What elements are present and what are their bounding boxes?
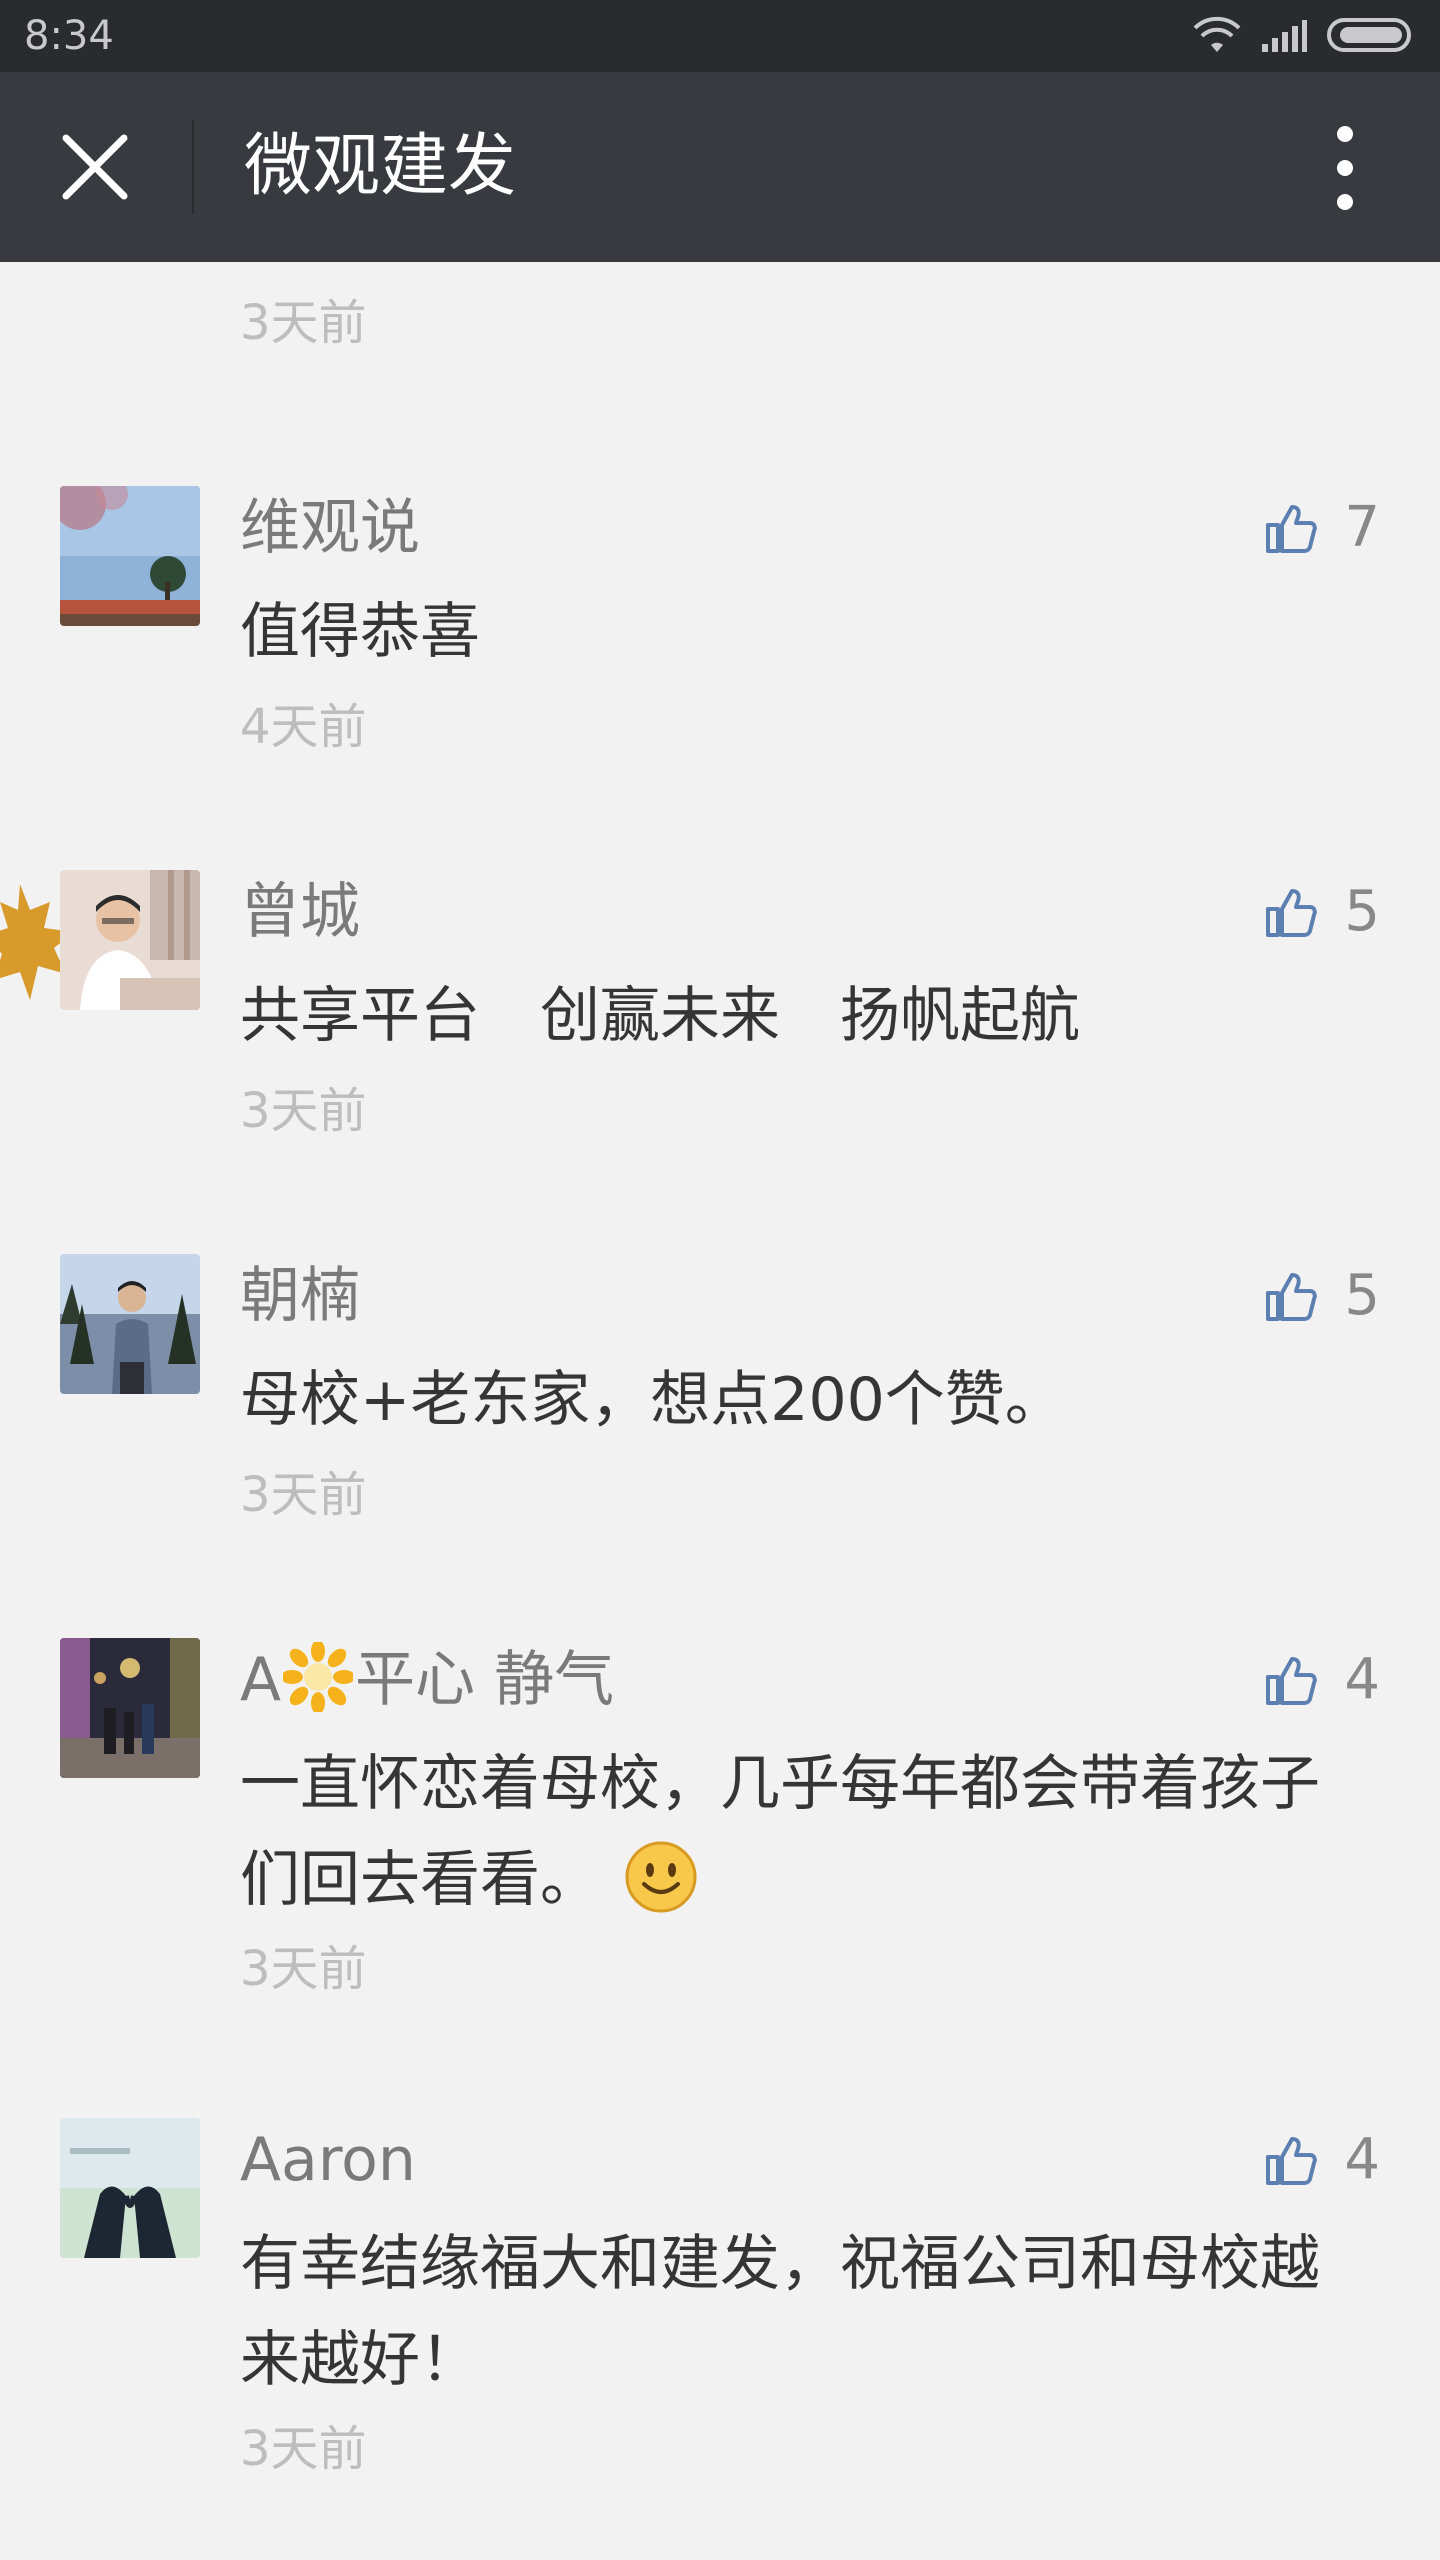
commenter-name[interactable]: Aaron [240,2122,416,2198]
commenter-name[interactable]: 曾城 [240,874,360,950]
comment-text: 有幸结缘福大和建发，祝福公司和母校越来越好！ [240,2229,1320,2395]
commenter-name[interactable]: A 平心 静气 [240,1642,614,1718]
thumbs-up-icon [1266,505,1318,553]
avatar[interactable] [60,870,200,1010]
comment-text: 母校+老东家，想点200个赞。 [240,1365,1065,1435]
commenter-name[interactable]: 维观说 [240,490,420,566]
close-button[interactable] [50,122,140,212]
status-icons [1192,12,1416,60]
sunflower-icon [283,1642,354,1712]
commenter-name-prefix: A [240,1645,282,1715]
page-title: 微观建发 [244,127,517,206]
like-count: 4 [1344,1647,1380,1712]
avatar[interactable] [60,1254,200,1394]
comment-text: 值得恭喜 [240,597,480,667]
comment-text: 共享平台 创赢未来 扬帆起航 [240,981,1080,1051]
comment-time: 4天前 [240,699,367,755]
smile-emoji-icon [625,1841,697,1913]
more-vertical-icon [1337,126,1353,210]
thumbs-up-icon [1266,889,1318,937]
like-button[interactable]: 5 [1264,876,1380,948]
signal-icon [1262,20,1307,52]
title-bar: 微观建发 [0,72,1440,262]
title-divider [192,120,194,214]
commenter-name-suffix: 平心 静气 [355,1645,615,1715]
status-bar: 8:34 [0,0,1440,72]
comment-time: 3天前 [240,295,367,351]
like-count: 4 [1344,2127,1380,2192]
like-button[interactable]: 5 [1264,1260,1380,1332]
like-button[interactable]: 7 [1264,492,1380,564]
like-button[interactable]: 4 [1264,2124,1380,2196]
more-options-button[interactable] [1310,120,1380,216]
comment-list[interactable]: 3天前 维观说 7 值得恭喜 4天前 曾城 5 共享平台 创赢未来 扬帆起航 3… [0,262,1440,2560]
like-count: 7 [1344,495,1380,560]
thumbs-up-icon [1266,1657,1318,1705]
thumbs-up-icon [1266,1273,1318,1321]
comment-time: 3天前 [240,1941,367,1997]
comment-time: 3天前 [240,1467,367,1523]
partial-comment: 3天前 [0,262,1440,352]
wifi-icon [1193,16,1241,52]
like-button[interactable]: 4 [1264,1644,1380,1716]
comment-text-body: 一直怀恋着母校，几乎每年都会带着孩子们回去看看。 [240,1749,1320,1915]
status-time: 8:34 [24,13,114,59]
battery-icon [1327,18,1411,52]
thumbs-up-icon [1266,2137,1318,2185]
commenter-name[interactable]: 朝楠 [240,1258,360,1334]
like-count: 5 [1344,879,1380,944]
avatar[interactable] [60,1638,200,1778]
avatar[interactable] [60,2118,200,2258]
comment-text: 一直怀恋着母校，几乎每年都会带着孩子们回去看看。 [240,1736,1350,1928]
like-count: 5 [1344,1263,1380,1328]
avatar[interactable] [60,486,200,626]
comment-time: 3天前 [240,2421,367,2477]
close-icon [62,134,128,200]
comment-time: 3天前 [240,1083,367,1139]
